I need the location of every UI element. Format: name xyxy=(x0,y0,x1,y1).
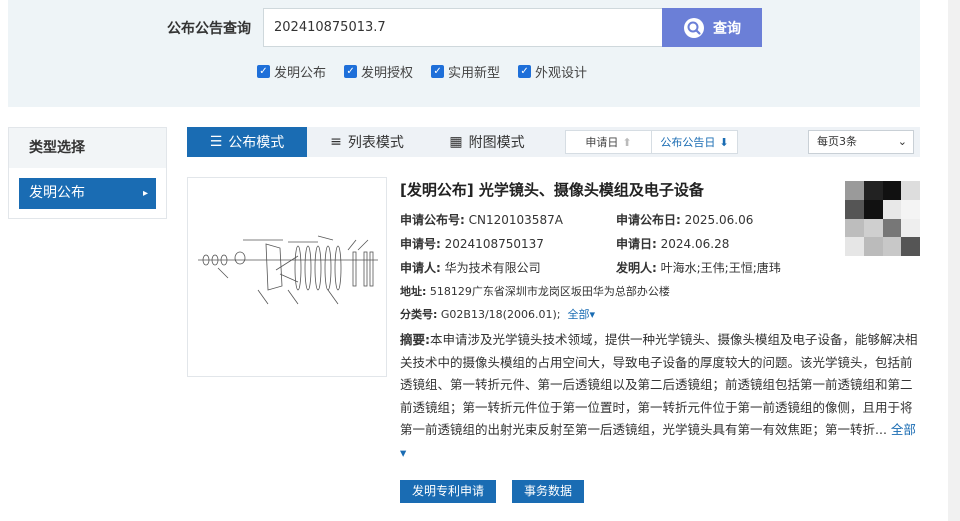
per-page-value: 每页3条 xyxy=(817,135,857,148)
tab-label: 列表模式 xyxy=(347,135,404,151)
field-value: 华为技术有限公司 xyxy=(444,261,541,275)
invention-application-button[interactable]: 发明专利申请 xyxy=(400,480,496,503)
filter-invention-grant[interactable]: ✓ 发明授权 xyxy=(344,62,413,81)
filter-design[interactable]: ✓ 外观设计 xyxy=(518,62,587,81)
field-value: CN120103587A xyxy=(468,213,563,227)
filter-utility-model[interactable]: ✓ 实用新型 xyxy=(431,62,500,81)
sidebar-item-invention-publication[interactable]: 发明公布 ▸ xyxy=(19,178,156,209)
patent-drawing xyxy=(198,235,378,305)
vertical-scrollbar[interactable] xyxy=(948,0,960,521)
checkbox-icon[interactable]: ✓ xyxy=(431,65,445,78)
abstract-label: 摘要: xyxy=(400,332,430,347)
per-page-select[interactable]: 每页3条 ⌄ xyxy=(808,130,914,154)
field-label: 发明人: xyxy=(616,261,657,275)
result-title[interactable]: [发明公布] 光学镜头、摄像头模组及电子设备 xyxy=(400,179,704,200)
field-value: 518129广东省深圳市龙岗区坂田华为总部办公楼 xyxy=(429,285,670,298)
sort-by-pub-date[interactable]: 公布公告日 ⬇ xyxy=(652,131,737,153)
filter-label: 发明公布 xyxy=(274,66,327,81)
abstract-text: 本申请涉及光学镜头技术领域，提供一种光学镜头、摄像头模组及电子设备，能够解决相关… xyxy=(400,332,918,437)
field-value: 叶海水;王伟;王恒;唐玮 xyxy=(660,261,781,275)
field-label: 分类号: xyxy=(400,308,438,321)
qr-code xyxy=(845,181,920,256)
affairs-data-button[interactable]: 事务数据 xyxy=(512,480,584,503)
field-value: 2024.06.28 xyxy=(660,237,730,251)
sort-by-apply-date[interactable]: 申请日 ⬆ xyxy=(566,131,652,153)
search-input[interactable]: 202410875013.7 xyxy=(263,8,663,47)
tab-label: 公布模式 xyxy=(228,135,285,151)
arrow-down-icon: ⬇ xyxy=(719,135,729,149)
abstract: 摘要:本申请涉及光学镜头技术领域，提供一种光学镜头、摄像头模组及电子设备，能够解… xyxy=(400,329,922,464)
field-label: 地址: xyxy=(400,285,427,298)
patent-drawing-thumbnail[interactable] xyxy=(187,177,387,377)
filter-label: 外观设计 xyxy=(535,66,588,81)
field-pub-date: 申请公布日: 2025.06.06 xyxy=(616,211,753,228)
search-icon xyxy=(684,17,704,38)
type-filters: ✓ 发明公布 ✓ 发明授权 ✓ 实用新型 ✓ 外观设计 xyxy=(257,62,587,81)
field-value: 2024108750137 xyxy=(444,237,544,251)
field-label: 申请号: xyxy=(400,237,441,251)
field-label: 申请日: xyxy=(616,237,657,251)
field-class: 分类号: G02B13/18(2006.01); 全部▾ xyxy=(400,306,595,322)
search-button[interactable]: 查询 xyxy=(662,8,762,47)
field-applicant: 申请人: 华为技术有限公司 xyxy=(400,259,541,276)
search-button-label: 查询 xyxy=(713,20,741,37)
view-toolbar: ☰ 公布模式 ≡ 列表模式 ▦ 附图模式 申请日 ⬆ 公布公告日 ⬇ 每页3条 … xyxy=(187,127,920,157)
sort-group: 申请日 ⬆ 公布公告日 ⬇ xyxy=(565,130,738,154)
filter-invention-publication[interactable]: ✓ 发明公布 xyxy=(257,62,326,81)
tab-drawing-mode[interactable]: ▦ 附图模式 xyxy=(427,127,547,157)
field-label: 申请公布日: xyxy=(616,213,681,227)
filter-label: 实用新型 xyxy=(448,66,501,81)
sort-label: 公布公告日 xyxy=(660,136,716,149)
type-sidebar: 类型选择 发明公布 ▸ xyxy=(8,127,167,219)
field-pub-no: 申请公布号: CN120103587A xyxy=(400,211,563,228)
field-app-no: 申请号: 2024108750137 xyxy=(400,235,544,252)
checkbox-icon[interactable]: ✓ xyxy=(518,65,532,78)
field-label: 申请人: xyxy=(400,261,441,275)
arrow-up-icon: ⬆ xyxy=(622,135,632,149)
tab-publication-mode[interactable]: ☰ 公布模式 xyxy=(187,127,307,157)
field-value: 2025.06.06 xyxy=(684,213,754,227)
expand-class-link[interactable]: 全部▾ xyxy=(567,308,595,321)
field-app-date: 申请日: 2024.06.28 xyxy=(616,235,729,252)
sidebar-title: 类型选择 xyxy=(9,128,166,168)
grid-icon: ▦ xyxy=(449,134,463,150)
field-value: G02B13/18(2006.01); xyxy=(440,308,561,321)
chevron-down-icon: ⌄ xyxy=(897,135,907,148)
chevron-right-icon: ▸ xyxy=(142,188,148,199)
menu-icon: ≡ xyxy=(330,134,342,150)
field-label: 申请公布号: xyxy=(400,213,465,227)
field-inventors: 发明人: 叶海水;王伟;王恒;唐玮 xyxy=(616,259,781,276)
filter-label: 发明授权 xyxy=(361,66,414,81)
tab-list-mode[interactable]: ≡ 列表模式 xyxy=(307,127,427,157)
field-address: 地址: 518129广东省深圳市龙岗区坂田华为总部办公楼 xyxy=(400,283,670,299)
sidebar-item-label: 发明公布 xyxy=(29,185,85,201)
tab-label: 附图模式 xyxy=(468,135,525,151)
list-icon: ☰ xyxy=(209,134,223,150)
checkbox-icon[interactable]: ✓ xyxy=(344,65,358,78)
search-label: 公布公告查询 xyxy=(167,21,251,37)
checkbox-icon[interactable]: ✓ xyxy=(257,65,270,78)
sort-label: 申请日 xyxy=(585,136,619,149)
